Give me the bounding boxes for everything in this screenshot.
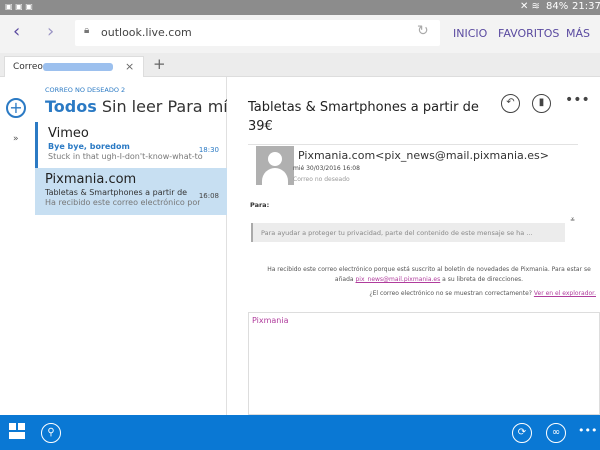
search-button[interactable]: ⚲ [41, 423, 61, 443]
app-bar: ⚲ ⟳ ∞ ••• [0, 415, 600, 450]
newsletter-content: Pixmania [248, 312, 600, 415]
privacy-notice[interactable]: Para ayudar a proteger tu privacidad, pa… [251, 223, 565, 242]
time: 16:08 [198, 192, 219, 200]
reply-button[interactable]: ↶ [501, 94, 520, 113]
body-line: añada [334, 276, 354, 283]
expand-icon[interactable]: » [13, 134, 19, 144]
preview: Stuck in that ugh-I-don't-know-what-to..… [48, 152, 203, 161]
nav-more[interactable]: MÁS [566, 27, 590, 40]
message-title: Tabletas & Smartphones a partir de 39€ [248, 100, 479, 134]
sender-address: Pixmania.com<pix_news@mail.pixmania.es> [298, 149, 549, 162]
brand-name: Pixmania [252, 316, 289, 325]
url-bar[interactable]: 🔒︎ outlook.live.com ↻ [75, 20, 440, 46]
new-tab-button[interactable]: + [153, 55, 166, 73]
reload-icon[interactable]: ↻ [417, 23, 429, 39]
close-tab-button[interactable]: × [125, 60, 134, 73]
view-in-browser-link[interactable]: Ver en el explorador. [534, 290, 596, 297]
compose-button[interactable]: + [6, 98, 26, 118]
filter-all[interactable]: Todos [45, 97, 97, 116]
body-line: Ha recibido este correo electrónico porq… [267, 266, 591, 273]
delete-button[interactable]: ▮ [532, 94, 551, 113]
url-text: outlook.live.com [101, 26, 192, 39]
rooms-button[interactable]: ∞ [546, 423, 566, 443]
filter-unread[interactable]: Sin leer [102, 97, 163, 116]
tab-mail[interactable]: Correo: × [4, 56, 144, 78]
message-list: CORREO NO DESEADO 2 Todos Sin leer Para … [35, 77, 227, 415]
body-line: ¿El correo electrónico no se muestran co… [369, 290, 532, 297]
nav-favorites[interactable]: FAVORITOS [498, 27, 559, 40]
tab-bar: Correo: × + [0, 53, 600, 78]
body-text: Ha recibido este correo electrónico porq… [258, 265, 600, 285]
more-actions-button[interactable]: ••• [565, 92, 590, 108]
forward-button[interactable]: › [47, 21, 54, 42]
nav-home[interactable]: INICIO [453, 27, 487, 40]
message-folder: Correo no deseado [293, 176, 350, 183]
sender: Vimeo [48, 126, 89, 141]
lock-icon: 🔒︎ [84, 25, 90, 36]
tab-label: Correo: [13, 62, 46, 72]
sender-avatar [256, 146, 294, 185]
apps-icon[interactable] [9, 423, 25, 439]
back-button[interactable]: ‹ [13, 21, 20, 42]
left-rail: + » [0, 77, 35, 415]
browser-toolbar: ‹ › 🔒︎ outlook.live.com ↻ INICIO FAVORIT… [0, 15, 600, 53]
signal-icon: ✕ ≋ [520, 1, 540, 12]
divider [248, 144, 578, 145]
message-date: mié 30/03/2016 16:08 [293, 165, 360, 172]
more-button[interactable]: ••• [578, 424, 597, 437]
expand-icon[interactable]: ≚ [570, 217, 575, 224]
reading-pane: Tabletas & Smartphones a partir de 39€ ↶… [228, 77, 600, 415]
time: 18:30 [198, 146, 219, 154]
sync-button[interactable]: ⟳ [512, 423, 532, 443]
notification-icons: ▣ ▣ ▣ [5, 2, 33, 11]
sender: Pixmania.com [45, 172, 137, 187]
to-label: Para: [250, 201, 270, 209]
clock: 21:37 [572, 1, 600, 12]
body-line: a su libreta de direcciones. [442, 276, 524, 283]
redacted-account [43, 63, 113, 71]
folder-label: CORREO NO DESEADO 2 [45, 86, 126, 94]
list-item-selected[interactable]: Pixmania.com Tabletas & Smartphones a pa… [35, 168, 227, 215]
list-item[interactable]: Vimeo Bye bye, boredom Stuck in that ugh… [35, 122, 227, 168]
browser-view-line: ¿El correo electrónico no se muestran co… [228, 290, 596, 297]
filter-to-me[interactable]: Para mí [167, 97, 227, 116]
status-bar: ▣ ▣ ▣ ✕ ≋ 84% 21:37 [0, 0, 600, 15]
preview: Ha recibido este correo electrónico por.… [45, 198, 200, 207]
email-link[interactable]: pix_news@mail.pixmania.es [356, 276, 441, 283]
battery-level: 84% [546, 1, 569, 12]
